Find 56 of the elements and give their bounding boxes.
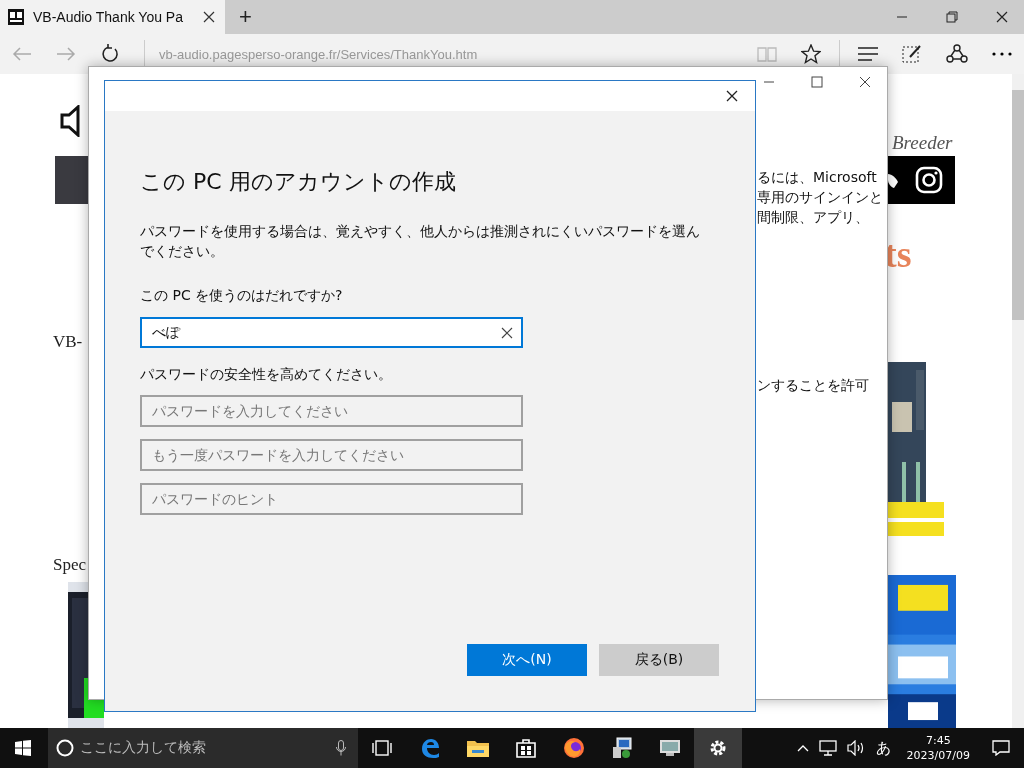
password-field[interactable]: パスワードのヒント <box>140 483 523 515</box>
microphone-icon[interactable] <box>336 740 346 756</box>
dialog-description: パスワードを使用する場合は、覚えやすく、他人からは推測されにくいパスワードを選んでください。 <box>140 222 700 261</box>
folder-icon <box>467 739 489 757</box>
settings-text: 専用のサインインと <box>757 188 883 207</box>
windows-icon[interactable] <box>15 740 31 756</box>
next-button[interactable]: 次へ(N) <box>467 644 587 676</box>
menu-icon[interactable] <box>858 47 878 61</box>
dialog-title: この PC 用のアカウントの作成 <box>140 168 457 196</box>
settings-text: 間制限、アプリ、 <box>757 208 870 227</box>
pen-icon[interactable] <box>902 44 922 64</box>
close-icon[interactable] <box>859 76 871 88</box>
refresh-icon[interactable] <box>100 44 120 64</box>
field-label: この PC を使うのはだれですか? <box>140 287 344 305</box>
new-tab-button[interactable]: + <box>233 4 258 30</box>
chevron-up-icon[interactable] <box>796 744 809 752</box>
taskbar-app[interactable] <box>694 728 742 768</box>
logo-icon <box>8 9 24 25</box>
field-label: パスワードの安全性を高めてください。 <box>140 366 393 384</box>
settings-text: るには、Microsoft <box>757 168 878 187</box>
ime-indicator[interactable]: あ <box>875 738 891 758</box>
edge-icon <box>419 737 441 759</box>
page-text: VB- <box>53 332 83 352</box>
fox-globe-icon <box>563 737 585 759</box>
script-heading: Breeder <box>892 132 953 154</box>
volume-icon[interactable] <box>846 740 865 756</box>
computer-icon <box>611 737 633 759</box>
notification-icon[interactable] <box>992 740 1010 756</box>
password-field[interactable]: パスワードを入力してください <box>140 395 523 427</box>
close-icon[interactable] <box>203 11 215 23</box>
close-icon[interactable] <box>996 11 1008 23</box>
bag-icon <box>516 738 536 758</box>
share-icon[interactable] <box>946 44 968 64</box>
browser-tab[interactable]: VB-Audio Thank You Pa <box>0 0 225 34</box>
close-icon[interactable] <box>726 90 738 102</box>
scrollbar-thumb[interactable] <box>1012 90 1024 320</box>
instagram-icon[interactable] <box>915 166 943 194</box>
password-field[interactable]: もう一度パスワードを入力してください <box>140 439 523 471</box>
monitor-icon <box>659 738 681 758</box>
more-icon[interactable] <box>992 52 1012 56</box>
network-icon[interactable] <box>818 740 837 756</box>
star-icon[interactable] <box>801 44 821 64</box>
restore-icon[interactable] <box>946 11 958 23</box>
clear-icon[interactable] <box>501 327 513 339</box>
settings-icon <box>708 738 728 758</box>
name-field[interactable]: べぽ <box>140 317 523 348</box>
maximize-icon[interactable] <box>811 76 823 88</box>
scrollbar[interactable] <box>1012 74 1024 728</box>
settings-text: ンすることを許可 <box>757 377 869 395</box>
tab-title: VB-Audio Thank You Pa <box>33 9 184 25</box>
circle-icon <box>56 739 74 757</box>
task-view-icon <box>372 740 392 756</box>
clock[interactable]: 7:45 2023/07/09 <box>906 733 970 763</box>
back-button[interactable]: 戻る(B) <box>599 644 719 676</box>
search-field[interactable]: ここに入力して検索 <box>48 728 358 768</box>
page-text: Spec <box>53 555 87 575</box>
